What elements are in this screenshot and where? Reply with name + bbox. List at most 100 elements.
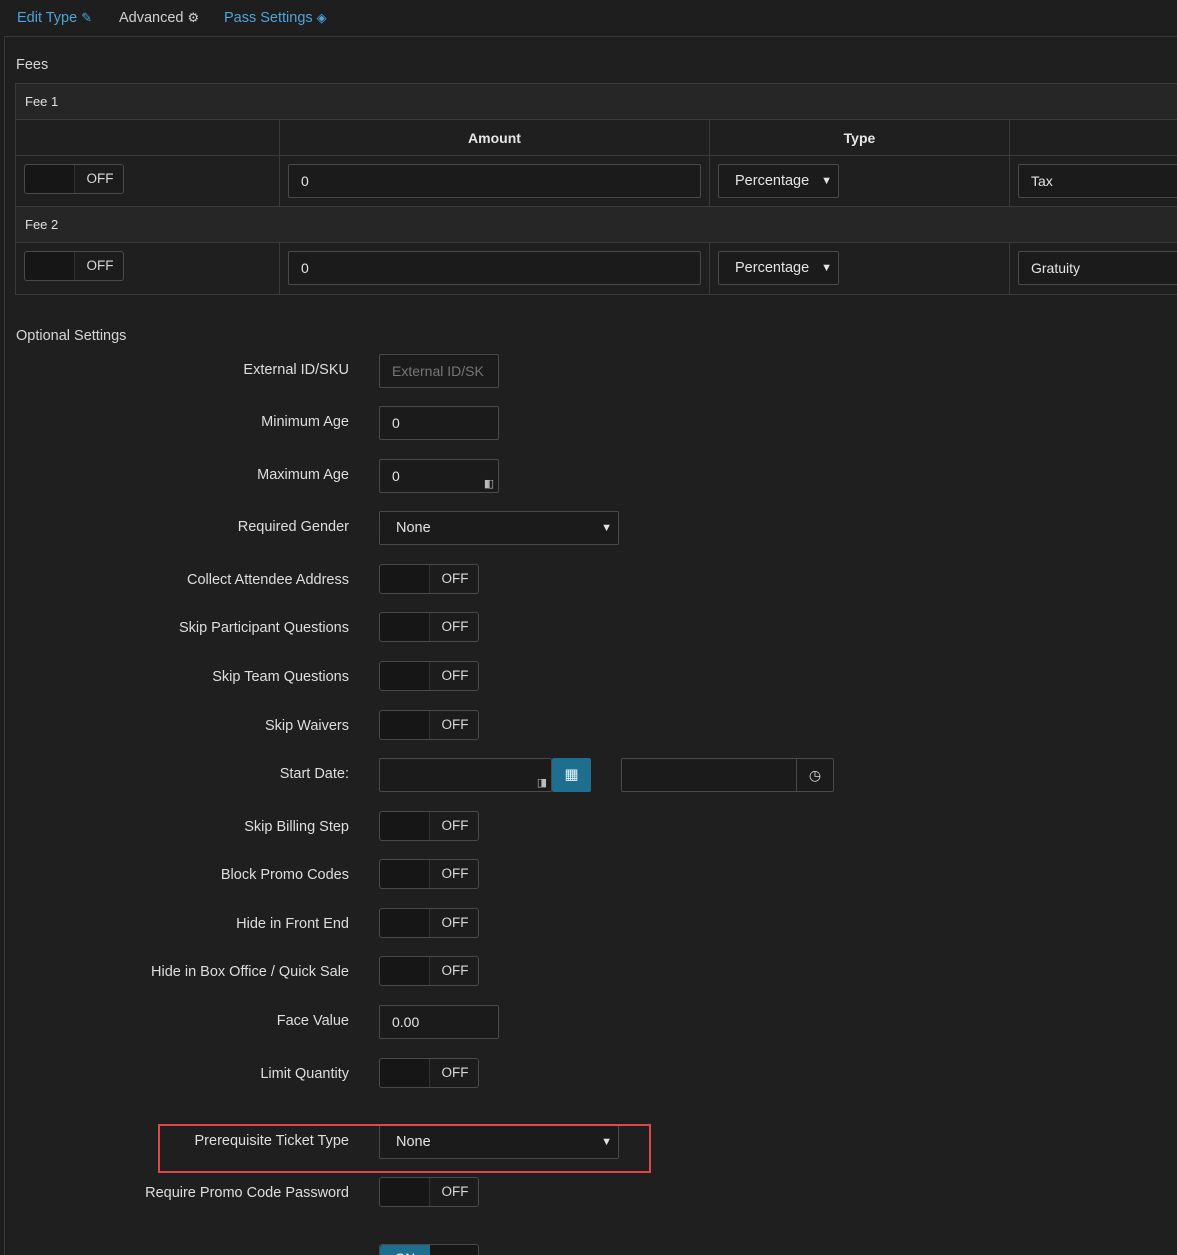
- tab-bar: Edit Type ✎ Advanced ⚙ Pass Settings ◈: [0, 0, 1177, 37]
- chevron-down-icon: ▼: [601, 522, 612, 534]
- clock-button[interactable]: ◷: [796, 759, 833, 791]
- fee1-amount-input[interactable]: 0: [288, 164, 701, 198]
- face-value-input[interactable]: 0.00: [379, 1005, 499, 1039]
- bottom-toggle-label: ON: [380, 1245, 430, 1255]
- fee2-type-value: Percentage: [735, 260, 810, 276]
- limit-qty-toggle-label: OFF: [441, 1065, 469, 1080]
- highlight-box: [158, 1124, 651, 1173]
- skip-waivers-label: Skip Waivers: [264, 718, 349, 734]
- hide-box-toggle-label: OFF: [441, 963, 469, 978]
- hide-front-label: Hide in Front End: [236, 916, 349, 932]
- fee1-type-value: Percentage: [735, 173, 810, 189]
- limit-qty-label: Limit Quantity: [260, 1066, 349, 1082]
- block-promo-label: Block Promo Codes: [220, 867, 349, 883]
- block-promo-toggle-label: OFF: [441, 866, 469, 881]
- start-date-input[interactable]: ▯▮: [379, 758, 552, 792]
- fee1-toggle[interactable]: OFF: [24, 164, 124, 194]
- skip-team-toggle-label: OFF: [441, 668, 469, 683]
- edit-icon: ✎: [81, 10, 93, 25]
- toggle-knob: [25, 165, 75, 193]
- toggle-knob: [380, 711, 430, 739]
- toggle-knob: [380, 860, 430, 888]
- require-promo-label: Require Promo Code Password: [145, 1185, 349, 1201]
- fee2-toggle[interactable]: OFF: [24, 251, 124, 281]
- collect-address-toggle[interactable]: OFF: [379, 564, 479, 594]
- max-age-value: 0: [392, 468, 400, 484]
- toggle-knob: [380, 909, 430, 937]
- hide-front-toggle-label: OFF: [441, 915, 469, 930]
- fees-header-toggle: [16, 120, 280, 155]
- skip-billing-label: Skip Billing Step: [244, 819, 349, 835]
- tab-pass-settings[interactable]: Pass Settings ◈: [224, 10, 327, 26]
- fees-header-amount: Amount: [280, 120, 710, 155]
- collect-address-label: Collect Attendee Address: [186, 572, 349, 588]
- toggle-knob: [380, 957, 430, 985]
- min-age-input[interactable]: 0: [379, 406, 499, 440]
- collect-address-toggle-label: OFF: [441, 571, 469, 586]
- tab-edit-type[interactable]: Edit Type ✎: [17, 10, 92, 26]
- skip-team-toggle[interactable]: OFF: [379, 661, 479, 691]
- hide-front-toggle[interactable]: OFF: [379, 908, 479, 938]
- toggle-knob: [428, 1245, 478, 1255]
- fees-header-row: Amount Type: [16, 120, 1177, 156]
- skip-billing-toggle-label: OFF: [441, 818, 469, 833]
- min-age-label: Minimum Age: [261, 414, 349, 430]
- gear-icon: ⚙: [187, 10, 200, 25]
- fee1-name-input[interactable]: Tax: [1018, 164, 1177, 198]
- skip-participant-label: Skip Participant Questions: [178, 620, 349, 636]
- skip-waivers-toggle[interactable]: OFF: [379, 710, 479, 740]
- fee2-name-input[interactable]: Gratuity: [1018, 251, 1177, 285]
- spinner-icon[interactable]: ▮▯: [484, 468, 494, 492]
- toggle-knob: [380, 1059, 430, 1087]
- skip-waivers-toggle-label: OFF: [441, 717, 469, 732]
- skip-team-label: Skip Team Questions: [212, 669, 349, 685]
- start-date-label: Start Date:: [279, 766, 349, 782]
- tab-advanced-label: Advanced: [119, 10, 184, 26]
- tab-advanced[interactable]: Advanced ⚙: [119, 10, 199, 26]
- fees-header-name: [1010, 120, 1177, 155]
- toggle-knob: [380, 1178, 430, 1206]
- gender-value: None: [396, 520, 431, 536]
- fee1-title: Fee 1: [16, 84, 1177, 120]
- hide-box-label: Hide in Box Office / Quick Sale: [151, 964, 349, 980]
- ticket-icon: ◈: [316, 10, 327, 25]
- fee2-amount-input[interactable]: 0: [288, 251, 701, 285]
- tab-pass-settings-label: Pass Settings: [224, 10, 313, 26]
- skip-billing-toggle[interactable]: OFF: [379, 811, 479, 841]
- clock-icon: ◷: [808, 767, 822, 783]
- bottom-toggle[interactable]: ON: [379, 1244, 479, 1255]
- external-id-label: External ID/SKU: [243, 362, 349, 378]
- start-time-input[interactable]: ◷: [621, 758, 834, 792]
- fee2-toggle-label: OFF: [86, 258, 114, 273]
- fees-section-title: Fees: [16, 57, 49, 73]
- require-promo-toggle-label: OFF: [441, 1184, 469, 1199]
- toggle-knob: [380, 565, 430, 593]
- toggle-knob: [380, 662, 430, 690]
- toggle-knob: [380, 812, 430, 840]
- fee2-row: OFF 0 Percentage ▼ Gratuity: [16, 243, 1177, 294]
- max-age-input[interactable]: 0 ▮▯: [379, 459, 499, 493]
- block-promo-toggle[interactable]: OFF: [379, 859, 479, 889]
- fee1-type-select[interactable]: Percentage ▼: [718, 164, 839, 198]
- limit-qty-toggle[interactable]: OFF: [379, 1058, 479, 1088]
- fee2-title: Fee 2: [16, 207, 1177, 243]
- max-age-label: Maximum Age: [257, 467, 349, 483]
- fee1-row: OFF 0 Percentage ▼ Tax: [16, 156, 1177, 207]
- fees-header-type: Type: [710, 120, 1010, 155]
- gender-label: Required Gender: [237, 519, 349, 535]
- skip-participant-toggle[interactable]: OFF: [379, 612, 479, 642]
- gender-select[interactable]: None ▼: [379, 511, 619, 545]
- fee2-type-select[interactable]: Percentage ▼: [718, 251, 839, 285]
- hide-box-toggle[interactable]: OFF: [379, 956, 479, 986]
- face-value-label: Face Value: [276, 1013, 349, 1029]
- require-promo-toggle[interactable]: OFF: [379, 1177, 479, 1207]
- skip-participant-toggle-label: OFF: [441, 619, 469, 634]
- tab-edit-type-label: Edit Type: [17, 10, 78, 26]
- fees-table: Fee 1 Amount Type OFF 0 Percentage ▼ Tax…: [15, 83, 1177, 295]
- external-id-input[interactable]: External ID/SK: [379, 354, 499, 388]
- calendar-icon: ▦: [564, 766, 579, 783]
- chevron-down-icon: ▼: [821, 175, 832, 187]
- spinner-icon[interactable]: ▯▮: [537, 767, 547, 791]
- calendar-button[interactable]: ▦: [552, 758, 591, 792]
- fee1-toggle-label: OFF: [86, 171, 114, 186]
